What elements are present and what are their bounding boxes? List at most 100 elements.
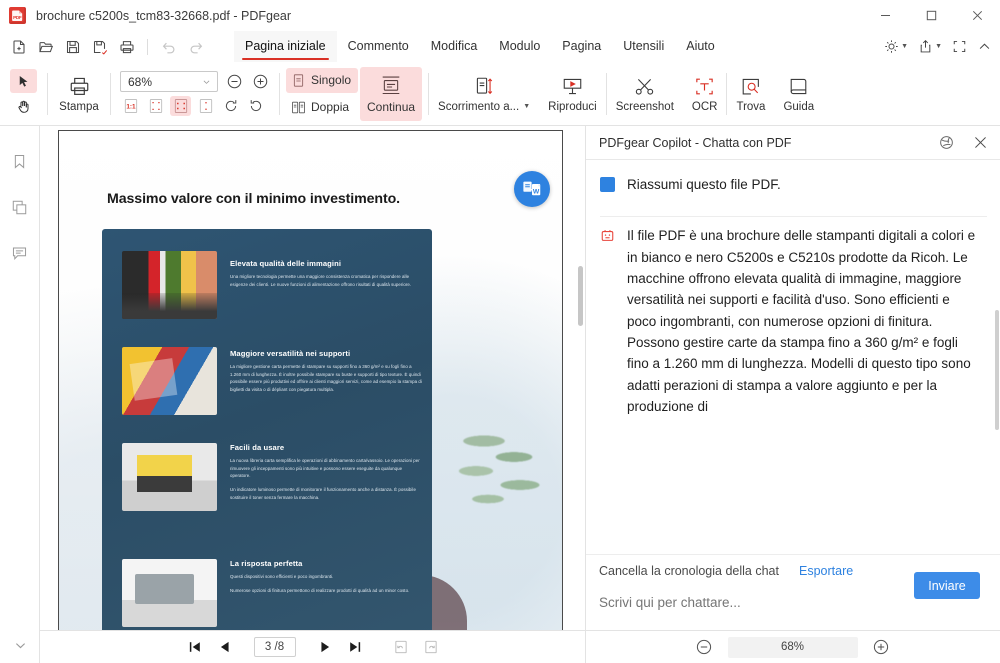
print-label: Stampa (59, 100, 99, 113)
quick-access-toolbar (0, 34, 208, 59)
previous-page-button[interactable] (210, 634, 240, 660)
fit-visible-button[interactable] (195, 96, 216, 116)
scroll-direction-button[interactable]: Scorrimento a... ▼ (429, 66, 539, 122)
redo-icon[interactable] (183, 34, 208, 59)
tab-aiuto[interactable]: Aiuto (675, 31, 726, 62)
single-page-button[interactable]: Singolo (286, 67, 359, 93)
feature-text: Facili da usare La nuova libreria carta … (230, 443, 422, 502)
send-button[interactable]: Inviare (914, 572, 980, 599)
expand-panel-button[interactable] (0, 638, 40, 653)
printer-icon[interactable] (114, 34, 139, 59)
tab-modifica[interactable]: Modifica (420, 31, 489, 62)
double-page-label: Doppia (311, 100, 350, 114)
tab-pagina-iniziale[interactable]: Pagina iniziale (234, 31, 337, 62)
close-icon[interactable] (954, 0, 1000, 31)
chat-message-text: Il file PDF è una brochure delle stampan… (627, 228, 976, 414)
clear-chat-history-button[interactable]: Cancella la cronologia della chat (599, 564, 779, 578)
play-label: Riproduci (548, 100, 597, 113)
copilot-panel: PDFgear Copilot - Chatta con PDF Riassum… (585, 126, 1000, 630)
status-zoom-out-button[interactable] (695, 638, 714, 657)
feature-paragraph: Un indicatore luminoso permette di monit… (230, 487, 416, 500)
chevron-up-icon[interactable] (973, 35, 996, 59)
feature-text: La risposta perfetta Questi dispositivi … (230, 559, 422, 594)
screenshot-button[interactable]: Screenshot (607, 66, 683, 122)
fullscreen-icon[interactable] (948, 35, 971, 59)
minimize-icon[interactable] (862, 0, 908, 31)
page-navigation-bar: 3 /8 (40, 630, 585, 663)
ocr-button[interactable]: OCR (683, 66, 727, 122)
undo-view-button[interactable] (386, 634, 416, 660)
feature-paragraph: Una migliore tecnologia permette una mag… (230, 274, 412, 287)
feature-title: Facili da usare (230, 443, 285, 452)
status-zoom-in-button[interactable] (872, 638, 891, 657)
tab-modulo[interactable]: Modulo (488, 31, 551, 62)
tab-commento[interactable]: Commento (337, 31, 420, 62)
tab-pagina[interactable]: Pagina (551, 31, 612, 62)
chevron-down-icon: ▼ (935, 43, 942, 50)
chevron-down-icon (203, 80, 210, 84)
play-button[interactable]: Riproduci (539, 66, 606, 122)
next-page-button[interactable] (310, 634, 340, 660)
maximize-icon[interactable] (908, 0, 954, 31)
print-button[interactable]: Stampa (48, 66, 110, 122)
double-page-button[interactable]: Doppia (286, 95, 358, 120)
copilot-close-icon[interactable] (967, 130, 993, 156)
sun-icon[interactable]: ▼ (880, 35, 912, 59)
zoom-level-value: 68% (128, 74, 153, 89)
status-zoom-value[interactable]: 68% (727, 636, 858, 658)
scrollbar-thumb[interactable] (578, 266, 583, 326)
comment-icon[interactable] (7, 240, 33, 266)
page-heading: Massimo valore con il minimo investiment… (107, 191, 401, 207)
tab-label: Commento (347, 39, 409, 53)
refresh-chat-icon[interactable] (933, 130, 959, 156)
cursor-arrow-icon[interactable] (10, 69, 37, 93)
find-button[interactable]: Trova (727, 66, 774, 122)
tool-mode-group (0, 69, 47, 118)
continuous-scroll-button[interactable]: Continua (360, 66, 423, 121)
zoom-in-button[interactable] (251, 72, 270, 91)
feature-paragraph: La migliore gestione carta permette di s… (230, 364, 422, 393)
user-avatar (600, 177, 615, 192)
fit-page-button[interactable] (145, 96, 166, 116)
page-feature-card: Elevata qualità delle immagini Una migli… (102, 229, 432, 630)
document-scrollbar[interactable] (576, 126, 585, 630)
save-as-icon[interactable] (87, 34, 112, 59)
chevron-down-icon: ▼ (901, 43, 909, 50)
redo-view-button[interactable] (416, 634, 446, 660)
feature-paragraph: Numerose opzioni di finitura permettono … (230, 587, 410, 593)
file-plus-icon[interactable] (6, 34, 31, 59)
tab-utensili[interactable]: Utensili (612, 31, 675, 62)
rotate-cw-icon[interactable] (220, 96, 241, 116)
last-page-button[interactable] (340, 634, 370, 660)
title-bar: PDF brochure c5200s_tcm83-32668.pdf - PD… (0, 0, 1000, 31)
save-icon[interactable] (60, 34, 85, 59)
copilot-header: PDFgear Copilot - Chatta con PDF (586, 126, 1000, 160)
actual-size-button[interactable]: 1:1 (120, 96, 141, 116)
chat-message-user: Riassumi questo file PDF. (586, 160, 1000, 195)
rotate-ccw-icon[interactable] (245, 96, 266, 116)
share-upload-icon[interactable]: ▼ (914, 35, 946, 59)
pages-icon[interactable] (7, 194, 33, 220)
hand-icon[interactable] (10, 94, 37, 118)
page-number-input[interactable]: 3 /8 (253, 637, 296, 657)
undo-icon[interactable] (156, 34, 181, 59)
guide-button[interactable]: Guida (774, 66, 823, 122)
toolbar-divider (147, 38, 148, 55)
convert-to-word-icon[interactable]: W (514, 171, 550, 207)
feature-section: La risposta perfetta Questi dispositivi … (102, 559, 432, 630)
single-page-label: Singolo (311, 73, 352, 87)
first-page-button[interactable] (180, 634, 210, 660)
export-chat-button[interactable]: Esportare (799, 564, 853, 578)
zoom-out-button[interactable] (225, 72, 244, 91)
bookmark-icon[interactable] (7, 148, 33, 174)
zoom-level-select[interactable]: 68% (120, 71, 218, 92)
document-viewer[interactable]: Massimo valore con il minimo investiment… (40, 126, 585, 630)
left-sidebar-rail (0, 126, 40, 663)
chat-message-assistant: Il file PDF è una brochure delle stampan… (586, 195, 1000, 417)
feature-section: Elevata qualità delle immagini Una migli… (102, 251, 432, 343)
fit-width-button[interactable] (170, 96, 191, 116)
chat-scrollbar-thumb[interactable] (995, 310, 999, 430)
folder-open-icon[interactable] (33, 34, 58, 59)
pdfgear-bot-avatar (600, 228, 615, 244)
svg-text:1:1: 1:1 (126, 104, 136, 111)
